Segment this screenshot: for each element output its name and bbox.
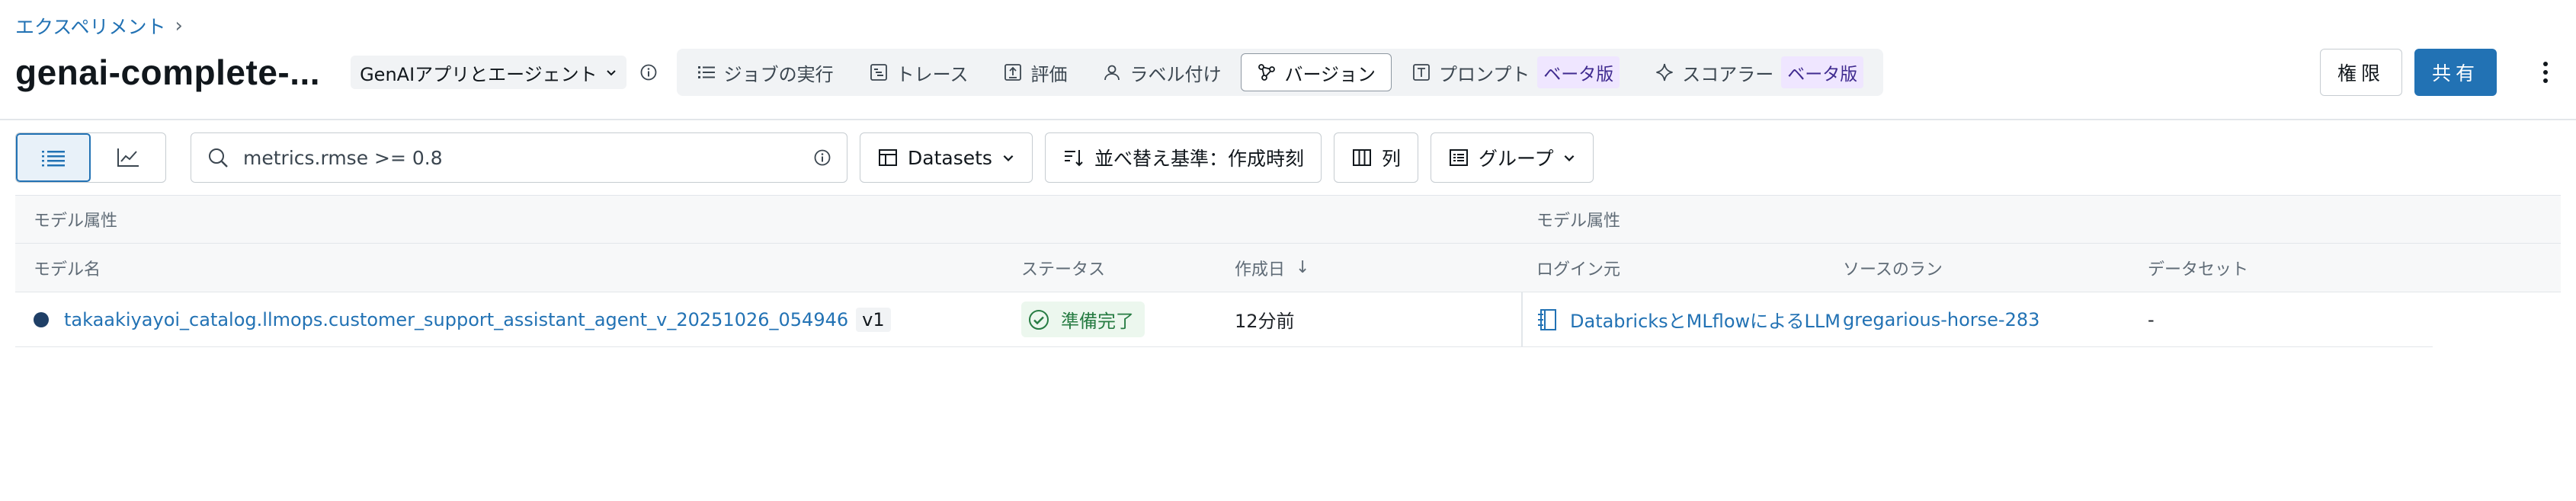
model-color-dot <box>34 311 49 327</box>
chevron-down-icon <box>606 70 616 76</box>
columns-icon <box>1352 149 1371 166</box>
column-group-label: モデル属性 <box>1536 212 1621 231</box>
column-header-logged-from[interactable]: ログイン元 <box>1536 244 1841 292</box>
chart-view-button[interactable] <box>91 133 165 182</box>
search-box <box>191 132 847 183</box>
notebook-icon <box>1538 308 1556 330</box>
permissions-button[interactable]: 権限 <box>2319 49 2402 96</box>
columns-button[interactable]: 列 <box>1333 132 1418 183</box>
evaluation-icon <box>1004 64 1022 81</box>
chevron-right-icon: › <box>175 14 183 37</box>
list-view-icon <box>42 151 65 167</box>
tab-prompts[interactable]: プロンプト ベータ版 <box>1396 53 1635 91</box>
version-tag: v1 <box>856 307 891 332</box>
model-name-cell: takaakiyayoi_catalog.llmops.customer_sup… <box>34 292 1009 346</box>
info-icon[interactable] <box>813 148 831 167</box>
column-header-model-name[interactable]: モデル名 <box>34 244 1009 292</box>
line-chart-icon <box>117 148 139 167</box>
view-toggle <box>15 132 166 183</box>
table-icon <box>879 149 897 166</box>
column-group-row: モデル属性 モデル属性 <box>15 195 2561 244</box>
header-divider <box>0 119 2576 120</box>
prompt-icon <box>1413 64 1430 81</box>
breadcrumb-experiments-link[interactable]: エクスペリメント <box>15 12 166 40</box>
tab-bar: ジョブの実行 トレース 評価 ラベル付け バージョン プロンプト ベータ版 スコ… <box>676 49 1884 96</box>
group-icon <box>1449 149 1468 166</box>
user-icon <box>1104 65 1120 81</box>
sparkle-icon <box>1656 63 1673 81</box>
source-run-link[interactable]: gregarious-horse-283 <box>1843 309 2039 330</box>
header-row: genai-complete-... GenAIアプリとエージェント ジョブの実… <box>15 47 2561 97</box>
source-run-cell: gregarious-horse-283 <box>1843 292 2148 346</box>
chevron-down-icon <box>1565 155 1575 161</box>
tab-runs[interactable]: ジョブの実行 <box>681 53 849 91</box>
list-icon <box>697 66 715 78</box>
trace-icon <box>870 64 887 81</box>
logged-from-cell: DatabricksとMLflowによるLLM <box>1536 292 1841 346</box>
app-type-label: GenAIアプリとエージェント <box>360 63 598 85</box>
tab-traces[interactable]: トレース <box>854 53 984 91</box>
table-row[interactable]: takaakiyayoi_catalog.llmops.customer_sup… <box>15 292 2433 347</box>
sort-button[interactable]: 並べ替え基準：作成時刻 <box>1044 132 1322 183</box>
beta-badge: ベータ版 <box>1537 56 1620 88</box>
tab-scorers[interactable]: スコアラー ベータ版 <box>1639 53 1879 91</box>
column-header-status[interactable]: ステータス <box>1021 244 1235 292</box>
column-group-label: モデル属性 <box>34 212 118 231</box>
model-versions-table: モデル属性 モデル属性 モデル名 ステータス 作成日 ↓ ログイン元 ソースのラ… <box>15 195 2561 347</box>
check-circle-icon <box>1029 309 1049 330</box>
datasets-dropdown[interactable]: Datasets <box>860 132 1033 183</box>
breadcrumb: エクスペリメント › <box>15 12 183 40</box>
more-menu-icon[interactable] <box>2530 49 2561 96</box>
table-header-row: モデル名 ステータス 作成日 ↓ ログイン元 ソースのラン データセット <box>15 244 2561 292</box>
tab-evaluation[interactable]: 評価 <box>988 53 1082 91</box>
column-header-created[interactable]: 作成日 ↓ <box>1235 244 1532 292</box>
info-icon[interactable] <box>637 61 660 84</box>
versions-icon <box>1258 64 1276 81</box>
group-dropdown[interactable]: グループ <box>1430 132 1594 183</box>
page-title: genai-complete-... <box>15 53 321 92</box>
column-header-dataset[interactable]: データセット <box>2148 244 2433 292</box>
sort-icon <box>1064 150 1083 167</box>
status-badge: 準備完了 <box>1021 302 1145 337</box>
model-name-link[interactable]: takaakiyayoi_catalog.llmops.customer_sup… <box>64 309 848 330</box>
column-header-source-run[interactable]: ソースのラン <box>1843 244 2148 292</box>
tab-labeling[interactable]: ラベル付け <box>1087 53 1236 91</box>
tab-versions[interactable]: バージョン <box>1241 53 1392 91</box>
dataset-cell: - <box>2148 308 2155 330</box>
app-type-select[interactable]: GenAIアプリとエージェント <box>351 56 626 89</box>
toolbar: Datasets 並べ替え基準：作成時刻 列 グループ <box>15 132 1594 183</box>
logged-from-link[interactable]: DatabricksとMLflowによるLLM <box>1570 306 1841 333</box>
chevron-down-icon <box>1003 155 1014 161</box>
share-button[interactable]: 共有 <box>2414 49 2497 96</box>
created-cell: 12分前 <box>1235 311 1295 332</box>
beta-badge: ベータ版 <box>1781 56 1864 88</box>
header-actions: 権限 共有 <box>2319 49 2561 96</box>
list-view-button[interactable] <box>16 133 91 182</box>
status-cell: 準備完了 <box>1021 292 1235 346</box>
sort-descending-icon: ↓ <box>1296 258 1310 277</box>
search-icon <box>209 148 228 168</box>
search-input[interactable] <box>242 145 801 170</box>
